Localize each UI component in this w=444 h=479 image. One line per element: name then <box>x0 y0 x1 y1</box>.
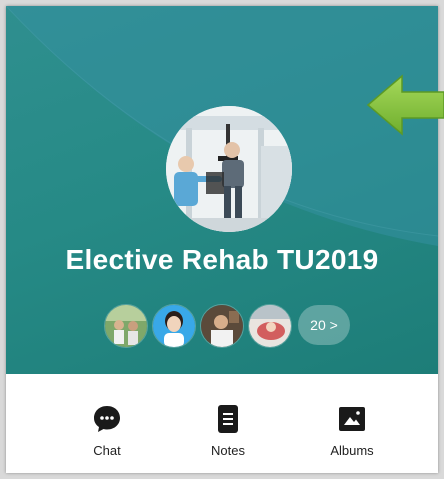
group-photo[interactable] <box>166 106 292 232</box>
albums-label: Albums <box>330 443 374 458</box>
action-bar: Chat Notes Albums <box>6 374 438 473</box>
member-count-button[interactable]: 20 > <box>298 305 350 345</box>
albums-icon <box>339 407 365 431</box>
albums-button[interactable]: Albums <box>307 404 397 458</box>
chat-bubble-icon <box>94 406 120 432</box>
green-arrow-icon <box>366 74 444 136</box>
group-title: Elective Rehab TU2019 <box>65 244 379 275</box>
notes-button[interactable]: Notes <box>183 404 273 458</box>
notes-label: Notes <box>211 443 245 458</box>
group-header: Elective Rehab TU2019 20 > <box>6 6 438 374</box>
chat-label: Chat <box>93 443 121 458</box>
rehab-photo-icon <box>166 106 292 232</box>
member-avatar-3[interactable] <box>200 304 244 348</box>
member-avatar-4[interactable] <box>248 304 292 348</box>
chat-button[interactable]: Chat <box>62 404 152 458</box>
member-avatar-2[interactable] <box>152 304 196 348</box>
member-avatar-1[interactable] <box>104 304 148 348</box>
notes-icon <box>218 405 238 433</box>
